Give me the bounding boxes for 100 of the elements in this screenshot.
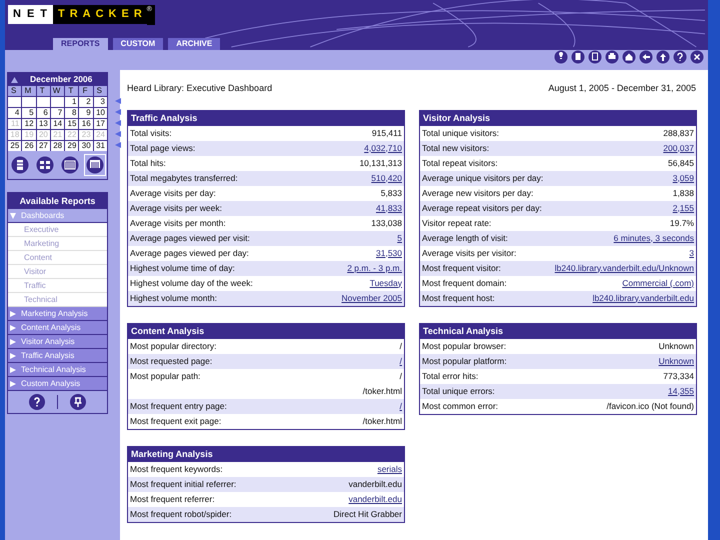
stat-link[interactable]: November 2005 <box>342 290 402 306</box>
stat-label: Average unique visitors per day: <box>422 172 544 185</box>
document-icon[interactable] <box>571 50 585 66</box>
calendar-day[interactable]: 15 <box>65 119 78 129</box>
tab[interactable]: REPORTS <box>53 38 108 50</box>
stat-link[interactable]: 41,833 <box>376 200 402 216</box>
weekday-label: T <box>36 86 50 96</box>
stat-label: Total repeat visitors: <box>422 156 498 170</box>
stat-link[interactable]: 14,355 <box>668 384 694 398</box>
calendar-day[interactable]: 31 <box>94 141 107 151</box>
stat-label: Most popular directory: <box>130 340 216 353</box>
tab[interactable]: CUSTOM <box>112 38 164 50</box>
collapsed-triangle-icon <box>10 366 16 372</box>
collapsed-triangle-icon <box>10 380 16 386</box>
weekday-label: W <box>50 86 64 96</box>
stat-link[interactable]: lb240.library.vanderbilt.edu <box>592 290 694 306</box>
close-icon[interactable] <box>690 50 704 66</box>
calendar-day[interactable]: 7 <box>50 108 64 118</box>
stat-label: Most frequent referrer: <box>130 492 215 506</box>
stat-value: 1,838 <box>672 186 694 200</box>
stat-label: Total new visitors: <box>422 142 490 154</box>
stat-label: Most frequent host: <box>422 292 495 305</box>
stat-link[interactable]: 2,155 <box>672 200 694 216</box>
stat-link[interactable]: Tuesday <box>370 276 402 290</box>
stat-label: Highest volume day of the week: <box>130 276 253 290</box>
previous-month-icon[interactable] <box>11 76 18 82</box>
calendar-day[interactable]: 16 <box>79 119 93 129</box>
stat-value: Unknown <box>658 340 694 352</box>
tab[interactable]: ARCHIVE <box>168 38 220 50</box>
stat-link[interactable]: 510,420 <box>371 170 402 186</box>
stat-link[interactable]: / <box>400 398 402 414</box>
stat-label: Average visits per visitor: <box>422 246 516 260</box>
calendar-day[interactable]: 28 <box>50 141 64 151</box>
stat-link[interactable]: serials <box>377 462 402 476</box>
stat-label: Most popular browser: <box>422 340 506 353</box>
stat-link[interactable]: Unknown <box>658 354 694 368</box>
calendar-day[interactable]: 2 <box>79 97 93 107</box>
weekday-label: T <box>65 86 78 96</box>
stat-link[interactable]: lb240.library.vanderbilt.edu/Unknown <box>554 260 694 276</box>
panel-title: Visitor Analysis <box>420 110 696 126</box>
stat-link[interactable]: 3,059 <box>672 170 694 186</box>
panel-title: Marketing Analysis <box>128 446 404 462</box>
stat-label: Total hits: <box>130 156 166 170</box>
back-icon[interactable] <box>639 50 653 66</box>
calendar-day[interactable]: 10 <box>94 108 107 118</box>
stat-link[interactable]: 2 p.m. - 3 p.m. <box>347 260 402 276</box>
calendar-day[interactable]: 6 <box>36 108 50 118</box>
stat-label: Average visits per month: <box>130 216 226 230</box>
stat-value: 288,837 <box>663 126 694 140</box>
stat-link[interactable]: 4,032,710 <box>364 140 402 156</box>
stat-link[interactable]: 3 <box>689 246 694 260</box>
stat-link[interactable]: 31,530 <box>376 246 402 260</box>
bulb-icon[interactable] <box>554 50 568 66</box>
stat-link[interactable]: 200,037 <box>663 140 694 156</box>
date-range: August 1, 2005 - December 31, 2005 <box>548 82 696 95</box>
stat-link[interactable]: / <box>400 354 402 368</box>
calendar-day[interactable]: 12 <box>22 119 36 129</box>
stat-link[interactable]: 5 <box>397 230 402 246</box>
stat-value: Direct Hit Grabber <box>334 508 402 520</box>
calendar-day[interactable]: 8 <box>65 108 78 118</box>
document-icon[interactable] <box>588 50 602 66</box>
calendar-day[interactable]: 1 <box>65 97 78 107</box>
calendar-day[interactable]: 17 <box>94 119 107 129</box>
calendar-day[interactable]: 25 <box>8 141 22 151</box>
calendar-day[interactable]: 5 <box>22 108 36 118</box>
calendar-view-button[interactable] <box>34 154 56 176</box>
calendar-day[interactable]: 14 <box>50 119 64 129</box>
collapsed-triangle-icon <box>10 310 16 316</box>
stat-value: 915,411 <box>372 126 402 140</box>
calendar-view-button[interactable] <box>84 154 106 176</box>
stat-link[interactable]: Commercial (.com) <box>622 276 694 290</box>
stat-label: Total visits: <box>130 126 172 140</box>
help-icon[interactable] <box>29 394 45 410</box>
calendar-day[interactable]: 27 <box>36 141 50 151</box>
stat-label: Average pages viewed per visit: <box>130 232 250 245</box>
stat-label: Highest volume time of day: <box>130 262 235 275</box>
calendar-view-button[interactable] <box>9 154 32 176</box>
calendar-day[interactable]: 30 <box>79 141 93 151</box>
stat-label: Most frequent keywords: <box>130 462 223 476</box>
calendar-day[interactable]: 26 <box>22 141 36 151</box>
stat-label: Total unique visitors: <box>422 126 500 140</box>
help-icon[interactable] <box>673 50 687 66</box>
pin-icon[interactable] <box>70 394 86 410</box>
calendar-day[interactable]: 3 <box>94 97 107 107</box>
stat-label: Average length of visit: <box>422 232 508 245</box>
stat-value: 56,845 <box>668 156 694 170</box>
stat-label: Visitor repeat rate: <box>422 216 492 230</box>
stat-link[interactable]: vanderbilt.edu <box>348 492 402 506</box>
home-icon[interactable] <box>622 50 636 66</box>
calendar-day[interactable]: 4 <box>8 108 22 118</box>
calendar-day[interactable]: 9 <box>79 108 93 118</box>
stat-link[interactable]: 6 minutes, 3 seconds <box>614 230 694 246</box>
weekday-label: S <box>8 86 22 96</box>
print-icon[interactable] <box>605 50 619 66</box>
calendar-view-button[interactable] <box>58 154 81 176</box>
stat-value: 5,833 <box>380 186 402 200</box>
page-title: Heard Library: Executive Dashboard <box>127 82 272 95</box>
calendar-day[interactable]: 29 <box>65 141 78 151</box>
calendar-day[interactable]: 13 <box>36 119 50 129</box>
panel-title: Content Analysis <box>128 324 404 338</box>
